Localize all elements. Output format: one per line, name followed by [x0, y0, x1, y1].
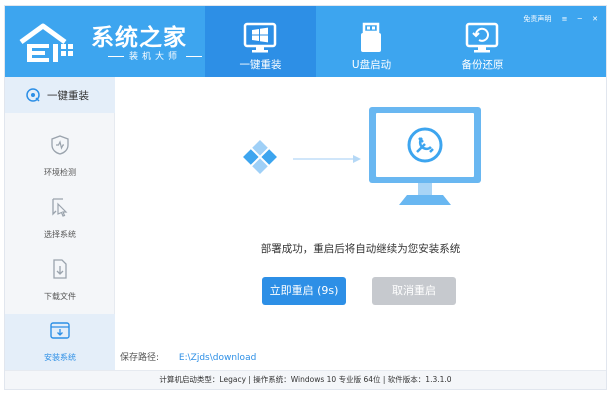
tab-backup-restore[interactable]: 备份还原	[427, 6, 538, 77]
download-file-icon	[53, 259, 67, 279]
shield-icon	[51, 135, 69, 155]
sidebar-header-reinstall[interactable]: 一键重装	[5, 77, 115, 113]
save-path: 保存路径: E:\Zjds\download	[120, 350, 256, 363]
window-controls: 免责声明 ≡ ─ ✕	[523, 14, 606, 26]
sidebar-item-select-system[interactable]: 选择系统	[5, 191, 115, 249]
backup-restore-icon	[465, 22, 499, 53]
tab-label: 一键重装	[239, 59, 282, 71]
app-title: 系统之家	[91, 25, 187, 51]
monitor-tools-icon	[369, 107, 481, 205]
status-bar: 计算机启动类型：Legacy | 操作系统：Windows 10 专业版 64位…	[5, 370, 606, 389]
save-path-link[interactable]: E:\Zjds\download	[179, 353, 256, 363]
tab-label: U盘启动	[351, 59, 392, 71]
main-panel: 部署成功，重启后将自动继续为您安装系统 立即重启 (9s) 取消重启 保存路径:…	[115, 77, 606, 370]
sidebar-item-label: 安装系统	[44, 353, 76, 362]
sidebar-header-label: 一键重装	[47, 90, 89, 102]
minimize-icon[interactable]: ─	[578, 15, 582, 23]
sidebar-item-environment-check[interactable]: 环境检测	[5, 129, 115, 187]
close-icon[interactable]: ✕	[592, 15, 598, 23]
save-path-label: 保存路径:	[120, 353, 160, 363]
sidebar-item-label: 下载文件	[44, 292, 76, 301]
sidebar-item-label: 选择系统	[44, 230, 76, 239]
menu-icon[interactable]: ≡	[562, 15, 568, 23]
windows-logo-icon	[243, 140, 277, 174]
app-logo: 系统之家 装机大师	[15, 18, 190, 66]
house-logo-icon	[19, 23, 73, 62]
usb-drive-icon	[361, 22, 381, 52]
tab-one-click-reinstall[interactable]: 一键重装	[205, 6, 316, 77]
tab-usb-boot[interactable]: U盘启动	[316, 6, 427, 77]
sidebar-item-download-files[interactable]: 下载文件	[5, 253, 115, 311]
reinstall-icon	[26, 88, 40, 102]
tab-label: 备份还原	[461, 59, 504, 71]
header-bar: 系统之家 装机大师 一键重装 U盘启动 备份还原 免责声明 ≡ ─ ✕	[5, 6, 606, 77]
cursor-select-icon	[52, 198, 68, 217]
app-subtitle: 装机大师	[103, 49, 207, 62]
disclaimer-link[interactable]: 免责声明	[523, 15, 551, 23]
restart-now-button[interactable]: 立即重启 (9s)	[262, 277, 346, 305]
app-window: 系统之家 装机大师 一键重装 U盘启动 备份还原 免责声明 ≡ ─ ✕ 一键重装…	[4, 5, 607, 390]
sidebar-item-label: 环境检测	[44, 168, 76, 177]
status-message: 部署成功，重启后将自动继续为您安装系统	[260, 243, 461, 255]
sidebar: 一键重装 环境检测 选择系统 下载文件 安装系统	[5, 77, 115, 370]
install-box-icon	[50, 322, 70, 339]
sidebar-item-install-system[interactable]: 安装系统	[5, 314, 115, 370]
cancel-restart-button[interactable]: 取消重启	[372, 277, 456, 305]
windows-monitor-icon	[243, 22, 277, 53]
arrow-right-icon	[293, 155, 361, 163]
